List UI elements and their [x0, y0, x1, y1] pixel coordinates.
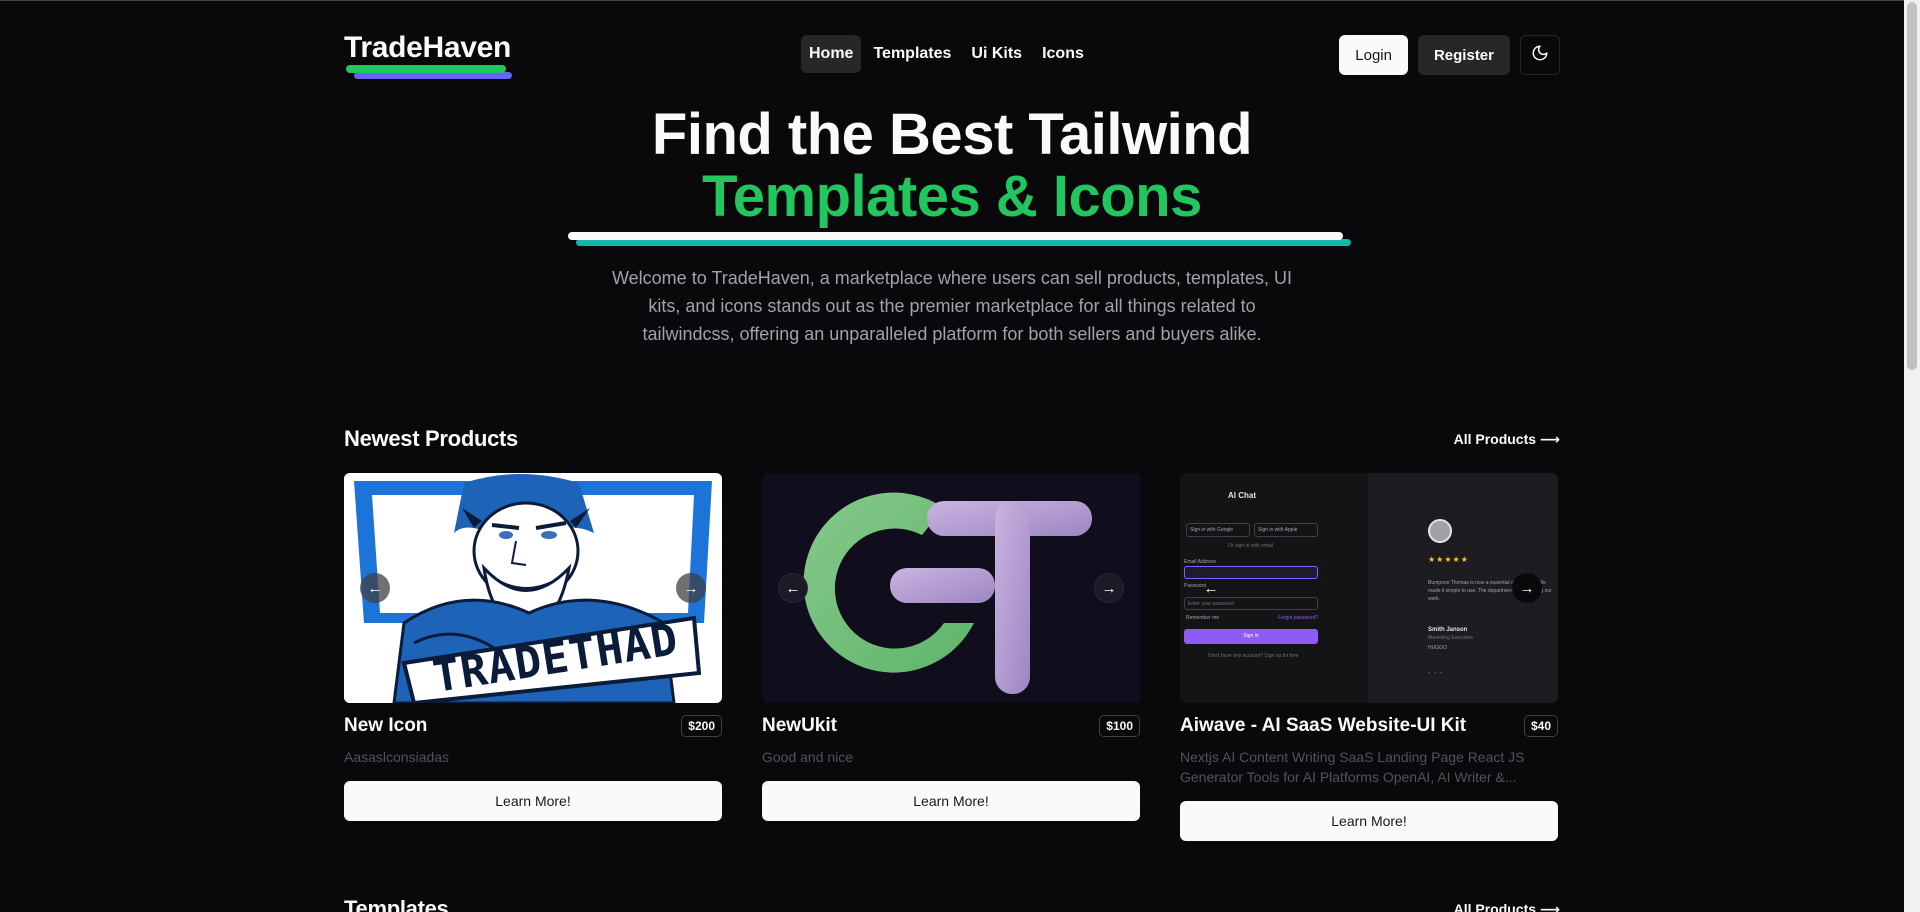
mock-apple-button: Sign in with Apple	[1254, 523, 1318, 537]
login-button[interactable]: Login	[1339, 35, 1408, 75]
product-card: AI Chat Sign in with Google Sign in with…	[1180, 473, 1558, 841]
mock-signin-button: Sign in	[1184, 629, 1318, 644]
price-badge: $100	[1099, 715, 1140, 737]
arrow-right-icon: →	[1519, 579, 1535, 597]
arrow-right-icon: →	[1101, 579, 1117, 597]
site-header: TradeHaven Home Templates Ui Kits Icons …	[344, 0, 1560, 110]
product-title-row: New Icon $200	[344, 713, 722, 739]
carousel-prev-button[interactable]: ←	[360, 573, 390, 603]
carousel-next-button[interactable]: →	[1094, 573, 1124, 603]
moon-icon	[1531, 44, 1549, 67]
all-products-link[interactable]: All Products ⟶	[1454, 901, 1560, 912]
hero-title-accent: Templates & Icons	[702, 164, 1202, 229]
mock-pagination-dots: •••	[1428, 671, 1447, 677]
nav-item-templates[interactable]: Templates	[865, 35, 959, 73]
carousel-next-button[interactable]: →	[1512, 573, 1542, 603]
carousel-next-button[interactable]: →	[676, 573, 706, 603]
hero-section: Find the Best Tailwind Templates & Icons…	[344, 104, 1560, 348]
rating-stars-icon: ★★★★★	[1428, 555, 1469, 564]
mock-company: HUGGO	[1428, 645, 1447, 651]
arrow-right-icon: →	[683, 579, 699, 597]
newest-products-header: Newest Products All Products ⟶	[344, 426, 1560, 456]
product-description: Aasaslconsiadas	[344, 749, 450, 765]
product-card: TRADETHAD ← → New Icon $200 Aasaslconsia…	[344, 473, 722, 841]
scrollbar-thumb[interactable]	[1907, 2, 1917, 370]
arrow-left-icon: ←	[785, 579, 801, 597]
mock-email-label: Email Address	[1184, 559, 1216, 565]
page-container: TradeHaven Home Templates Ui Kits Icons …	[344, 0, 1560, 912]
section-title: Templates	[344, 896, 449, 912]
avatar	[1428, 519, 1452, 543]
hero-description: Welcome to TradeHaven, a marketplace whe…	[612, 268, 1292, 344]
learn-more-button[interactable]: Learn More!	[1180, 801, 1558, 841]
arrow-left-icon: ←	[1203, 579, 1219, 597]
hero-underline-white	[568, 232, 1343, 240]
product-grid: TRADETHAD ← → New Icon $200 Aasaslconsia…	[344, 473, 1560, 841]
mock-role: Marketing Executive	[1428, 635, 1474, 641]
nav-item-home[interactable]: Home	[801, 35, 862, 73]
mock-google-button: Sign in with Google	[1186, 523, 1250, 537]
theme-toggle-button[interactable]	[1520, 35, 1560, 75]
price-badge: $40	[1523, 715, 1558, 737]
product-thumbnail[interactable]: AI Chat Sign in with Google Sign in with…	[1180, 473, 1558, 703]
hero-underline	[344, 228, 1560, 250]
nav-item-ui-kits[interactable]: Ui Kits	[963, 35, 1030, 73]
product-description: Good and nice	[762, 749, 854, 765]
learn-more-button[interactable]: Learn More!	[762, 781, 1140, 821]
header-actions: Login Register	[1339, 35, 1560, 75]
nav-item-icons[interactable]: Icons	[1034, 35, 1092, 73]
carousel-prev-button[interactable]: ←	[778, 573, 808, 603]
mock-person: Smith Janson	[1428, 627, 1468, 633]
register-button[interactable]: Register	[1417, 35, 1510, 75]
logo-text: TradeHaven	[344, 31, 512, 64]
mock-signup-text: Don't have any account? Sign up for free	[1208, 653, 1299, 659]
carousel-prev-button[interactable]: ←	[1196, 573, 1226, 603]
product-card: ← → NewUkit $100 Good and nice Learn Mor…	[762, 473, 1140, 841]
product-title[interactable]: New Icon	[344, 715, 427, 737]
mock-brand: AI Chat	[1228, 491, 1256, 500]
logo-underline-indigo	[354, 72, 512, 79]
product-title[interactable]: Aiwave - AI SaaS Website-UI Kit	[1180, 715, 1466, 737]
product-title-row: Aiwave - AI SaaS Website-UI Kit $40	[1180, 713, 1558, 739]
hero-underline-teal	[576, 239, 1351, 246]
mock-remember: Remember me	[1186, 615, 1220, 621]
gt-logo-illustration	[762, 473, 1140, 703]
arrow-left-icon: ←	[367, 579, 383, 597]
logo-underline-green	[346, 65, 506, 73]
all-products-link[interactable]: All Products ⟶	[1454, 431, 1560, 448]
main-nav: Home Templates Ui Kits Icons	[801, 35, 1092, 73]
price-badge: $200	[681, 715, 722, 737]
mock-forgot: Forgot password?	[1278, 615, 1319, 621]
learn-more-button[interactable]: Learn More!	[344, 781, 722, 821]
product-title[interactable]: NewUkit	[762, 715, 837, 737]
page-scrollbar[interactable]	[1904, 0, 1920, 912]
mock-or-text: Or sign in with email	[1228, 543, 1274, 549]
product-title-row: NewUkit $100	[762, 713, 1140, 739]
product-description: Nextjs AI Content Writing SaaS Landing P…	[1180, 749, 1525, 785]
section-title: Newest Products	[344, 426, 518, 451]
site-logo[interactable]: TradeHaven	[344, 30, 514, 84]
product-thumbnail[interactable]: ← →	[762, 473, 1140, 703]
product-thumbnail[interactable]: TRADETHAD ← →	[344, 473, 722, 703]
hero-title: Find the Best Tailwind	[651, 102, 1253, 167]
